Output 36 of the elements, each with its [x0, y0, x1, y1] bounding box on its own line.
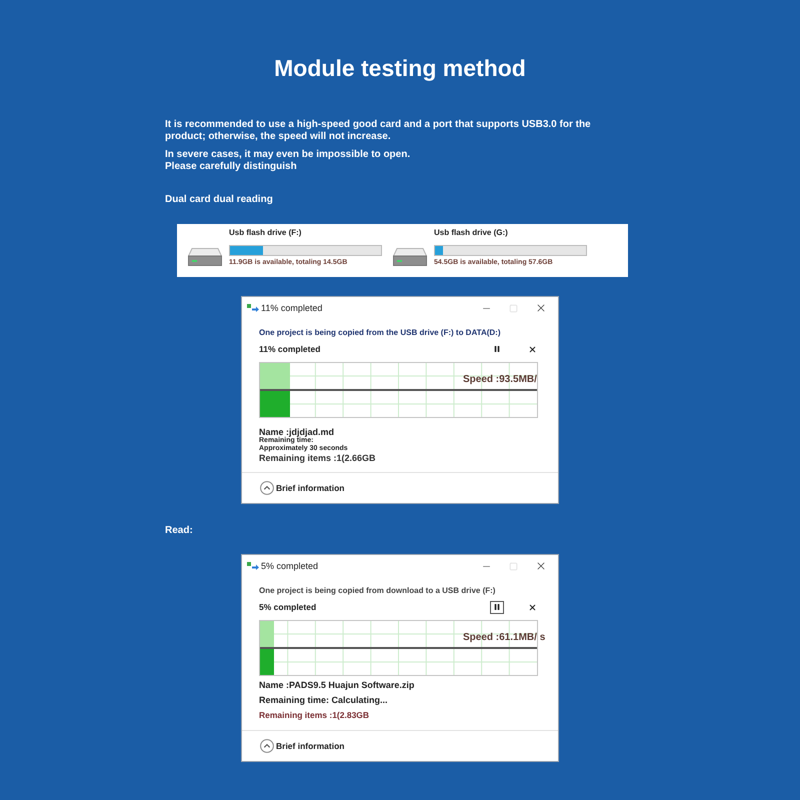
section-heading: Dual card dual reading [165, 194, 274, 206]
hard-drive-icon [393, 248, 427, 266]
warning-line: In severe cases, it may even be impossible to open. [165, 149, 412, 161]
copy-arrow-icon [247, 562, 259, 570]
transfer-detail: Name :PADS9.5 Huajun Software.zip [259, 679, 416, 692]
progress-status: 11% completed [259, 344, 320, 354]
pause-icon [493, 603, 501, 611]
warning-line: Please carefully distinguish [165, 161, 298, 173]
speed-reading: Speed :93.5MB/ [463, 374, 537, 386]
copy-description: One project is being copied from the USB drive (F:) to DATA(D:) [259, 328, 502, 338]
close-icon[interactable] [535, 302, 547, 314]
dialog-title: 11% completed [261, 302, 322, 314]
transfer-detail: Name :jdjdjad.md [259, 427, 336, 437]
hard-drive-icon [188, 248, 222, 266]
transfer-detail: Remaining time: Calculating... [259, 694, 389, 707]
progress-status: 5% completed [259, 602, 316, 612]
pause-icon [493, 345, 501, 353]
transfer-detail: Remaining items :1(2.83GB [259, 709, 370, 722]
page-title: Module testing method [273, 54, 527, 83]
drive-label: Usb flash drive (G:) [434, 228, 509, 238]
close-icon[interactable] [535, 560, 547, 572]
brief-information-toggle[interactable]: Brief information [260, 481, 344, 495]
speed-reading: Speed :61.1MB/ s [463, 632, 546, 644]
chevron-up-icon [260, 739, 274, 753]
chevron-up-icon [260, 481, 274, 495]
copy-description: One project is being copied from download to a USB drive (F:) [259, 586, 496, 596]
brief-information-toggle[interactable]: Brief information [260, 739, 344, 753]
transfer-detail: Remaining items :1(2.66GB [259, 453, 377, 463]
dialog-title: 5% completed [261, 560, 318, 572]
pause-button[interactable] [490, 600, 504, 614]
cancel-icon[interactable] [528, 602, 537, 612]
copy-arrow-icon [247, 304, 259, 312]
section-heading: Read: [165, 525, 194, 537]
cancel-icon[interactable] [528, 344, 537, 354]
drive-label: Usb flash drive (F:) [229, 228, 302, 238]
intro-paragraph: It is recommended to use a high-speed good card and a port that supports USB3.0 for the product; otherwise, the speed will not increase. [165, 119, 592, 143]
